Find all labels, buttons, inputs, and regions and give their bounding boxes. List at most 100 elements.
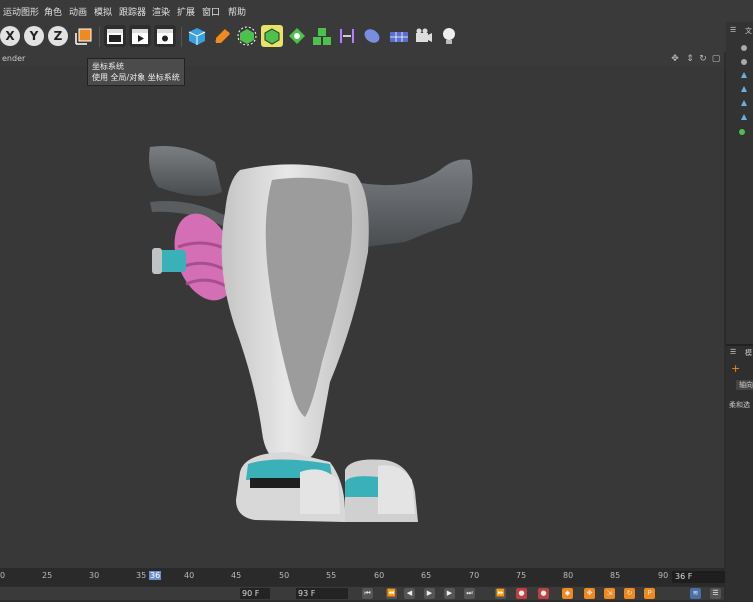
object-manager-label: 文 [745, 27, 752, 35]
current-frame-field[interactable]: 36 F [672, 571, 725, 583]
menu-mograph[interactable]: 运动图形 [3, 5, 39, 18]
timeline-tick: 25 [42, 571, 53, 580]
object-manager: ☰ 文 [726, 22, 753, 340]
rotation-key-icon[interactable]: ↻ [624, 588, 635, 599]
previous-key-icon[interactable]: ⏪ [386, 588, 397, 599]
go-to-end-icon[interactable]: ⏭ [464, 588, 475, 599]
menu-tracker[interactable]: 跟踪器 [119, 5, 146, 18]
generator-icon [264, 28, 280, 45]
menu-simulate[interactable]: 模拟 [94, 5, 112, 18]
left-arm [149, 146, 222, 196]
phone-holder-model [149, 146, 473, 522]
toolbar-separator [181, 27, 182, 47]
pen-icon [215, 29, 230, 43]
teal-stem [158, 250, 186, 272]
camera-button[interactable] [413, 25, 435, 47]
light-button[interactable] [438, 25, 460, 47]
timeline-tick: 30 [89, 571, 100, 580]
timeline-window-icon[interactable]: ≋ [690, 588, 701, 599]
attribute-mode-label: 模 [745, 349, 752, 357]
record-icon[interactable]: ● [516, 588, 527, 599]
main-toolbar: X Y Z [0, 22, 726, 52]
subdivision-button[interactable] [236, 25, 258, 47]
cube-button[interactable] [186, 25, 208, 47]
end-frame-field[interactable]: 93 F [296, 588, 348, 599]
play-icon[interactable]: ▶ [424, 588, 435, 599]
render-picture-viewer-button[interactable] [129, 25, 151, 47]
start-frame-field[interactable]: 90 F [240, 588, 270, 599]
generator-button[interactable] [261, 25, 283, 47]
attribute-manager-menu-icon[interactable]: ☰ [730, 348, 736, 356]
menu-extensions[interactable]: 扩展 [177, 5, 195, 18]
playback-bar: 90 F 93 F ⏮ ⏪ ◀ ▶ ▶ ⏭ ⏩ ● ● ◆ ✥ ⇲ ↻ P ≋ … [0, 587, 724, 600]
cloner-button[interactable] [311, 25, 333, 47]
menu-animate[interactable]: 动画 [69, 5, 87, 18]
menu-help[interactable]: 帮助 [228, 5, 246, 18]
object-tree[interactable] [726, 38, 753, 158]
soft-selection-label: 柔和选 [729, 401, 750, 409]
cube-icon [188, 28, 206, 45]
hook-right [378, 465, 415, 514]
deformer-icon [289, 28, 305, 44]
timeline-tick: 35 [136, 571, 147, 580]
floor-button[interactable] [388, 25, 410, 47]
right-panel: ☰ 文 ☰ 模 + 轴向 柔和选 [726, 22, 753, 602]
viewport[interactable]: ender ✥ ⇕ ↻ ▢ [0, 52, 724, 568]
timeline-tick: 60 [374, 571, 385, 580]
attribute-manager: ☰ 模 + 轴向 柔和选 [726, 344, 753, 602]
lock-y-axis-button[interactable]: Y [24, 26, 44, 46]
timeline-ruler[interactable]: 0 25 30 35 36 40 45 50 55 60 65 70 75 80… [0, 568, 724, 586]
tooltip-description: 使用 全局/对象 坐标系统 [92, 73, 180, 82]
parameter-key-icon[interactable]: P [644, 588, 655, 599]
timeline-tick: 70 [469, 571, 480, 580]
menu-character[interactable]: 角色 [44, 5, 62, 18]
timeline-tick: 55 [326, 571, 337, 580]
right-arm [355, 159, 473, 247]
light-bulb-icon [443, 28, 455, 44]
timeline-tick: 50 [279, 571, 290, 580]
menu-window[interactable]: 窗口 [202, 5, 220, 18]
floor-grid-icon [390, 32, 408, 42]
coordinate-system-icon [75, 28, 92, 45]
bend-deformer-button[interactable] [336, 25, 358, 47]
next-key-icon[interactable]: ⏩ [495, 588, 506, 599]
coordinate-system-button[interactable] [73, 25, 95, 47]
timeline-tick: 65 [421, 571, 432, 580]
auto-key-icon[interactable]: ● [538, 588, 549, 599]
next-frame-icon[interactable]: ▶ [444, 588, 455, 599]
menu-icon[interactable]: ☰ [710, 588, 721, 599]
tooltip: 坐标系统 使用 全局/对象 坐标系统 [87, 58, 185, 86]
render-settings-button[interactable] [154, 25, 176, 47]
clapboard-icon [107, 29, 123, 44]
render-view-button[interactable] [104, 25, 126, 47]
lock-z-axis-button[interactable]: Z [48, 26, 68, 46]
field-icon [364, 29, 380, 43]
timeline-tick: 80 [563, 571, 574, 580]
toolbar-separator [99, 27, 100, 47]
keyframe-selection-icon[interactable]: ◆ [562, 588, 573, 599]
scale-key-icon[interactable]: ⇲ [604, 588, 615, 599]
timeline-tick: 40 [184, 571, 195, 580]
object-manager-menu-icon[interactable]: ☰ [730, 26, 736, 34]
timeline-tick: 0 [0, 571, 6, 580]
menu-render[interactable]: 渲染 [152, 5, 170, 18]
add-icon[interactable]: + [731, 362, 740, 375]
pen-spline-button[interactable] [211, 25, 233, 47]
timeline-playhead[interactable]: 36 [149, 571, 162, 580]
menu-bar: 运动图形 角色 动画 模拟 跟踪器 渲染 扩展 窗口 帮助 [0, 0, 753, 22]
clapboard-play-icon [132, 29, 148, 44]
timeline-tick: 75 [516, 571, 527, 580]
clapboard-gear-icon [157, 29, 173, 44]
previous-frame-icon[interactable]: ◀ [404, 588, 415, 599]
bend-icon [340, 29, 354, 43]
axis-button[interactable]: 轴向 [736, 380, 753, 390]
timeline-tick: 90 [658, 571, 669, 580]
field-button[interactable] [361, 25, 383, 47]
tooltip-title: 坐标系统 [92, 62, 124, 71]
position-key-icon[interactable]: ✥ [584, 588, 595, 599]
deformer-button[interactable] [286, 25, 308, 47]
lock-x-axis-button[interactable]: X [0, 26, 20, 46]
timeline-tick: 45 [231, 571, 242, 580]
subdivision-icon [237, 26, 257, 46]
go-to-start-icon[interactable]: ⏮ [362, 588, 373, 599]
